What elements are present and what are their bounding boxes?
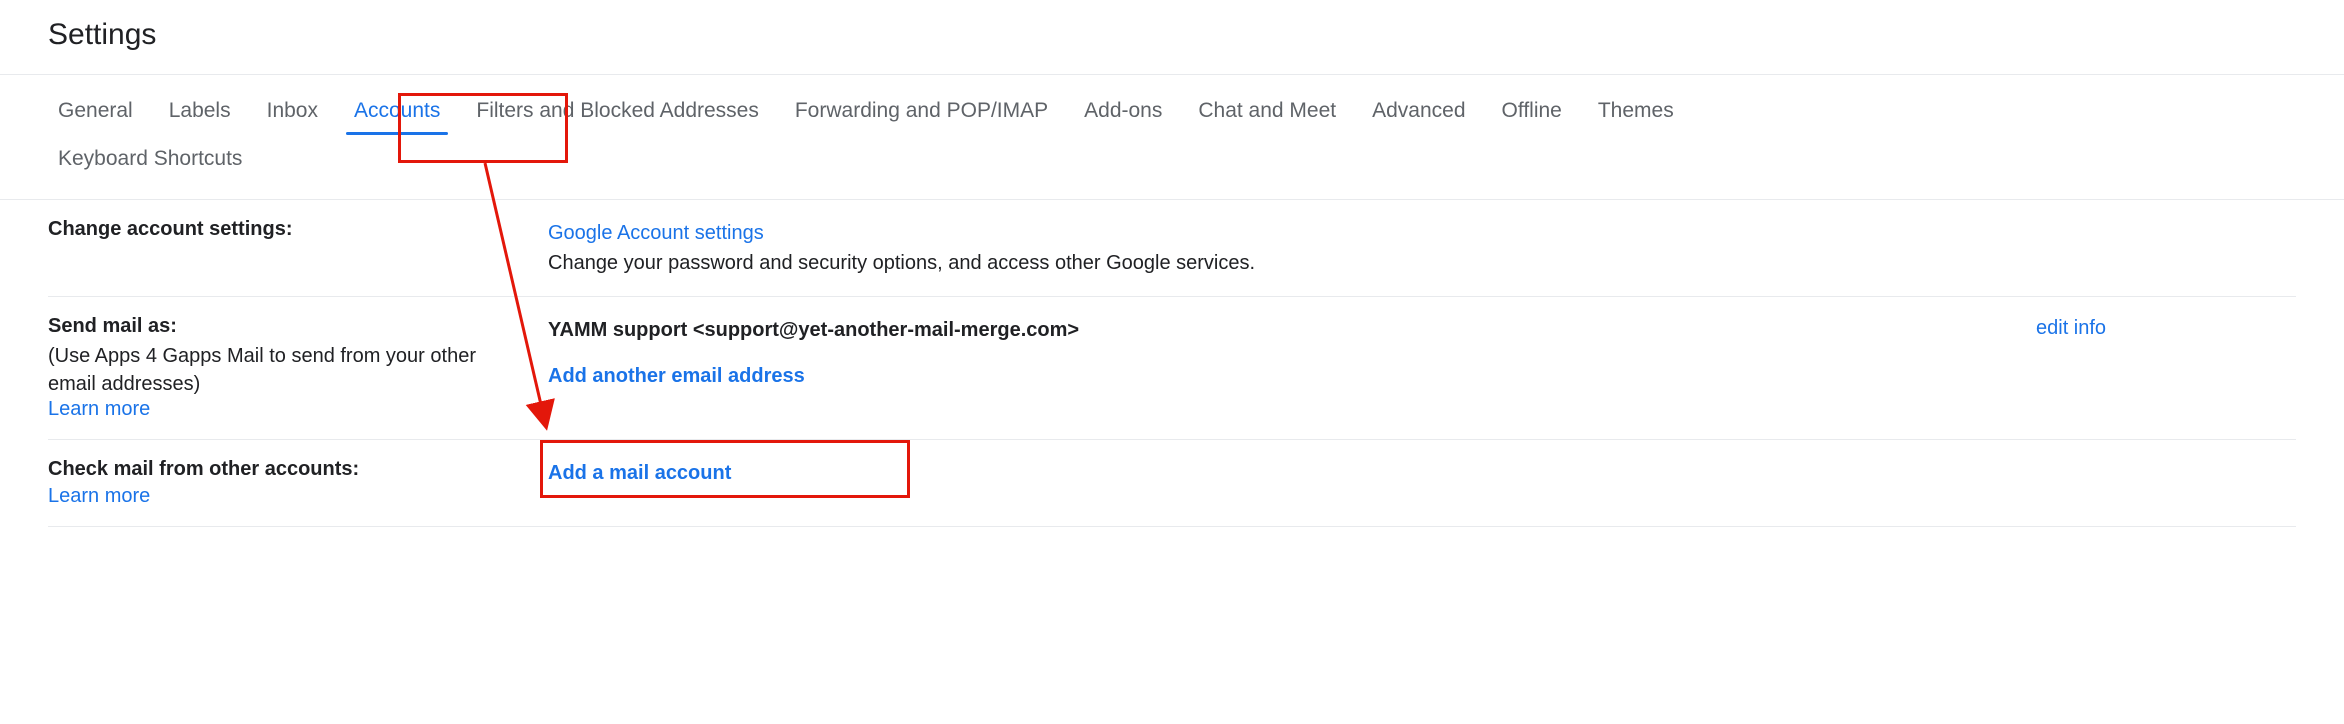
page-title: Settings [0,0,2344,74]
settings-content: Change account settings: Google Account … [0,200,2344,527]
check-mail-label: Check mail from other accounts: [48,458,528,481]
section-check-mail: Check mail from other accounts: Learn mo… [48,440,2296,527]
add-mail-account-link[interactable]: Add a mail account [548,462,731,484]
tab-offline[interactable]: Offline [1484,89,1580,133]
change-account-desc: Change your password and security option… [548,248,2036,278]
change-account-label: Change account settings: [48,218,528,241]
tab-labels[interactable]: Labels [151,89,249,133]
tab-chat-meet[interactable]: Chat and Meet [1180,89,1354,133]
send-mail-as-label: Send mail as: [48,315,528,338]
tab-forwarding[interactable]: Forwarding and POP/IMAP [777,89,1066,133]
tabs-row-1: General Labels Inbox Accounts Filters an… [0,75,2344,133]
tab-inbox[interactable]: Inbox [249,89,336,133]
add-another-email-link[interactable]: Add another email address [548,365,805,387]
tab-filters[interactable]: Filters and Blocked Addresses [458,89,776,133]
tab-advanced[interactable]: Advanced [1354,89,1483,133]
section-send-mail-as: Send mail as: (Use Apps 4 Gapps Mail to … [48,297,2296,440]
tab-themes[interactable]: Themes [1580,89,1692,133]
section-change-account: Change account settings: Google Account … [48,200,2296,297]
send-mail-as-sub: (Use Apps 4 Gapps Mail to send from your… [48,342,528,398]
edit-info-link[interactable]: edit info [2036,317,2106,339]
send-mail-as-learn-more-link[interactable]: Learn more [48,398,150,420]
send-mail-as-email: YAMM support <support@yet-another-mail-m… [548,315,2036,345]
tab-addons[interactable]: Add-ons [1066,89,1180,133]
check-mail-learn-more-link[interactable]: Learn more [48,485,150,507]
tab-general[interactable]: General [40,89,151,133]
tab-accounts[interactable]: Accounts [336,89,458,133]
tabs-row-2: Keyboard Shortcuts [0,133,2344,199]
google-account-settings-link[interactable]: Google Account settings [548,222,764,244]
tab-keyboard-shortcuts[interactable]: Keyboard Shortcuts [40,137,260,181]
